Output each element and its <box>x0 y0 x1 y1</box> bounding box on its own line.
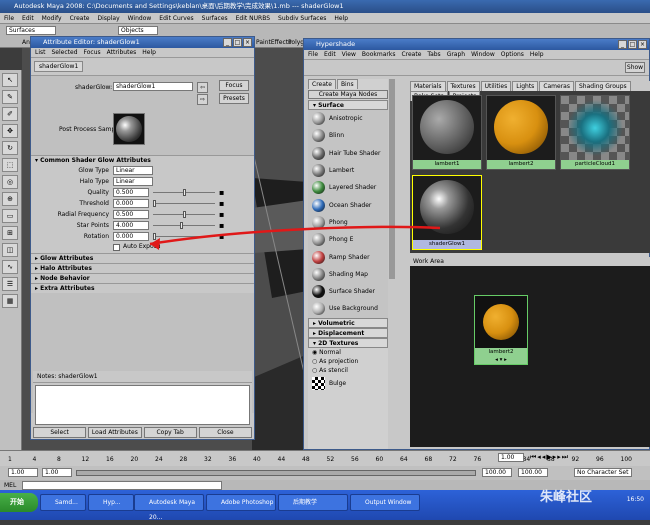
character-set-dropdown[interactable]: No Character Set <box>574 468 632 477</box>
time-tick-label: 76 <box>473 456 482 463</box>
time-tick-label: 32 <box>204 456 212 463</box>
time-tick-label: 16 <box>106 456 114 463</box>
taskbar-item-5[interactable]: Output Window <box>350 494 420 511</box>
time-tick-label: 12 <box>81 456 90 463</box>
start-button[interactable]: 开始 <box>0 493 38 512</box>
time-tick-label: 24 <box>155 456 163 463</box>
playback-end-field[interactable]: 100.00 <box>482 468 512 477</box>
time-tick-label: 92 <box>571 456 580 463</box>
time-tick-label: 52 <box>326 456 335 463</box>
time-tick-label: 96 <box>596 456 604 463</box>
time-tick-label: 60 <box>375 456 384 463</box>
time-tick-label: 8 <box>57 456 61 463</box>
time-tick-label: 20 <box>130 456 139 463</box>
time-tick-label: 56 <box>351 456 359 463</box>
time-tick-label: 28 <box>179 456 188 463</box>
taskbar-item-2[interactable]: Autodesk Maya 20... <box>134 494 204 521</box>
playback-controls[interactable]: ⏮◂◂▶▸▸⏭ <box>530 453 569 462</box>
annotation-arrow <box>149 225 441 250</box>
time-tick-label: 64 <box>400 456 408 463</box>
range-bar[interactable] <box>76 470 476 476</box>
taskbar-item-0[interactable]: Samd... <box>40 494 86 511</box>
time-tick-label: 36 <box>228 456 237 463</box>
taskbar-item-3[interactable]: Adobe Photoshop <box>206 494 276 511</box>
time-tick-label: 100 <box>620 456 632 463</box>
start-time-field[interactable]: 1.00 <box>8 468 38 477</box>
taskbar-item-1[interactable]: Hyp... <box>88 494 134 511</box>
time-tick-label: 68 <box>424 456 433 463</box>
watermark-logo: 朱峰社区 <box>540 490 593 505</box>
time-tick-label: 1 <box>8 456 12 463</box>
playback-start-field[interactable]: 1.00 <box>42 468 72 477</box>
time-tick-label: 4 <box>32 456 37 463</box>
time-tick-label: 48 <box>302 456 310 463</box>
current-time-field[interactable]: 1.00 <box>498 453 524 462</box>
time-tick-label: 40 <box>253 456 261 463</box>
mel-label: MEL <box>4 482 17 489</box>
end-time-field[interactable]: 100.00 <box>518 468 548 477</box>
windows-taskbar: 开始 Samd... Hyp... Autodesk Maya 20... Adobe… <box>0 490 650 521</box>
system-clock: 16:50 <box>626 496 644 503</box>
range-slider: 1.00 1.00 100.00 100.00 No Character Set <box>0 466 650 480</box>
mel-command-line[interactable] <box>22 481 222 490</box>
taskbar-item-4[interactable]: 后期教学 <box>278 494 348 511</box>
time-tick-label: 72 <box>449 456 457 463</box>
time-tick-label: 44 <box>277 456 286 463</box>
